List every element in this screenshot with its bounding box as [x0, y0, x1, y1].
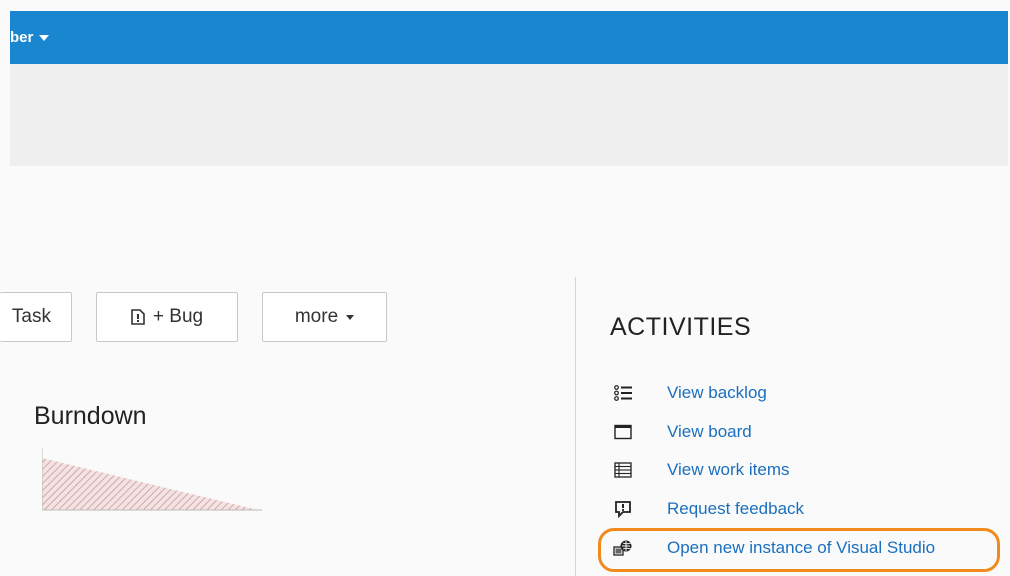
top-nav-bar: ber — [10, 11, 1008, 64]
burndown-chart[interactable] — [42, 448, 264, 514]
activity-view-board[interactable]: View board — [612, 420, 752, 444]
activity-open-visual-studio[interactable]: Open new instance of Visual Studio — [612, 536, 935, 560]
activity-request-feedback[interactable]: Request feedback — [612, 497, 804, 521]
burndown-title: Burndown — [34, 402, 147, 430]
team-menu[interactable]: ber — [10, 11, 50, 64]
chevron-down-icon — [346, 314, 355, 320]
new-task-label: Task — [11, 306, 51, 327]
more-button[interactable]: more — [262, 292, 387, 342]
more-label: more — [294, 306, 339, 327]
team-menu-label: ber — [10, 29, 34, 46]
new-bug-label: + Bug — [152, 306, 204, 327]
activity-label: View backlog — [667, 383, 767, 402]
activity-label: View board — [667, 422, 752, 441]
list-icon — [612, 383, 634, 403]
bug-icon — [131, 309, 145, 325]
panel-divider — [575, 277, 576, 576]
feedback-icon — [612, 499, 634, 519]
activities-title: ACTIVITIES — [610, 313, 752, 341]
new-task-button[interactable]: Task — [0, 292, 72, 342]
activity-label: View work items — [667, 460, 790, 479]
board-icon — [612, 422, 634, 442]
visual-studio-icon — [612, 538, 634, 558]
activity-view-backlog[interactable]: View backlog — [612, 381, 767, 405]
activity-label: Request feedback — [667, 499, 805, 518]
new-bug-button[interactable]: + Bug — [96, 292, 238, 342]
burndown-area — [42, 458, 258, 510]
activity-view-work-items[interactable]: View work items — [612, 458, 790, 482]
sub-header — [10, 64, 1008, 166]
table-icon — [612, 460, 634, 480]
chevron-down-icon — [39, 34, 50, 41]
activity-label: Open new instance of Visual Studio — [667, 538, 936, 557]
